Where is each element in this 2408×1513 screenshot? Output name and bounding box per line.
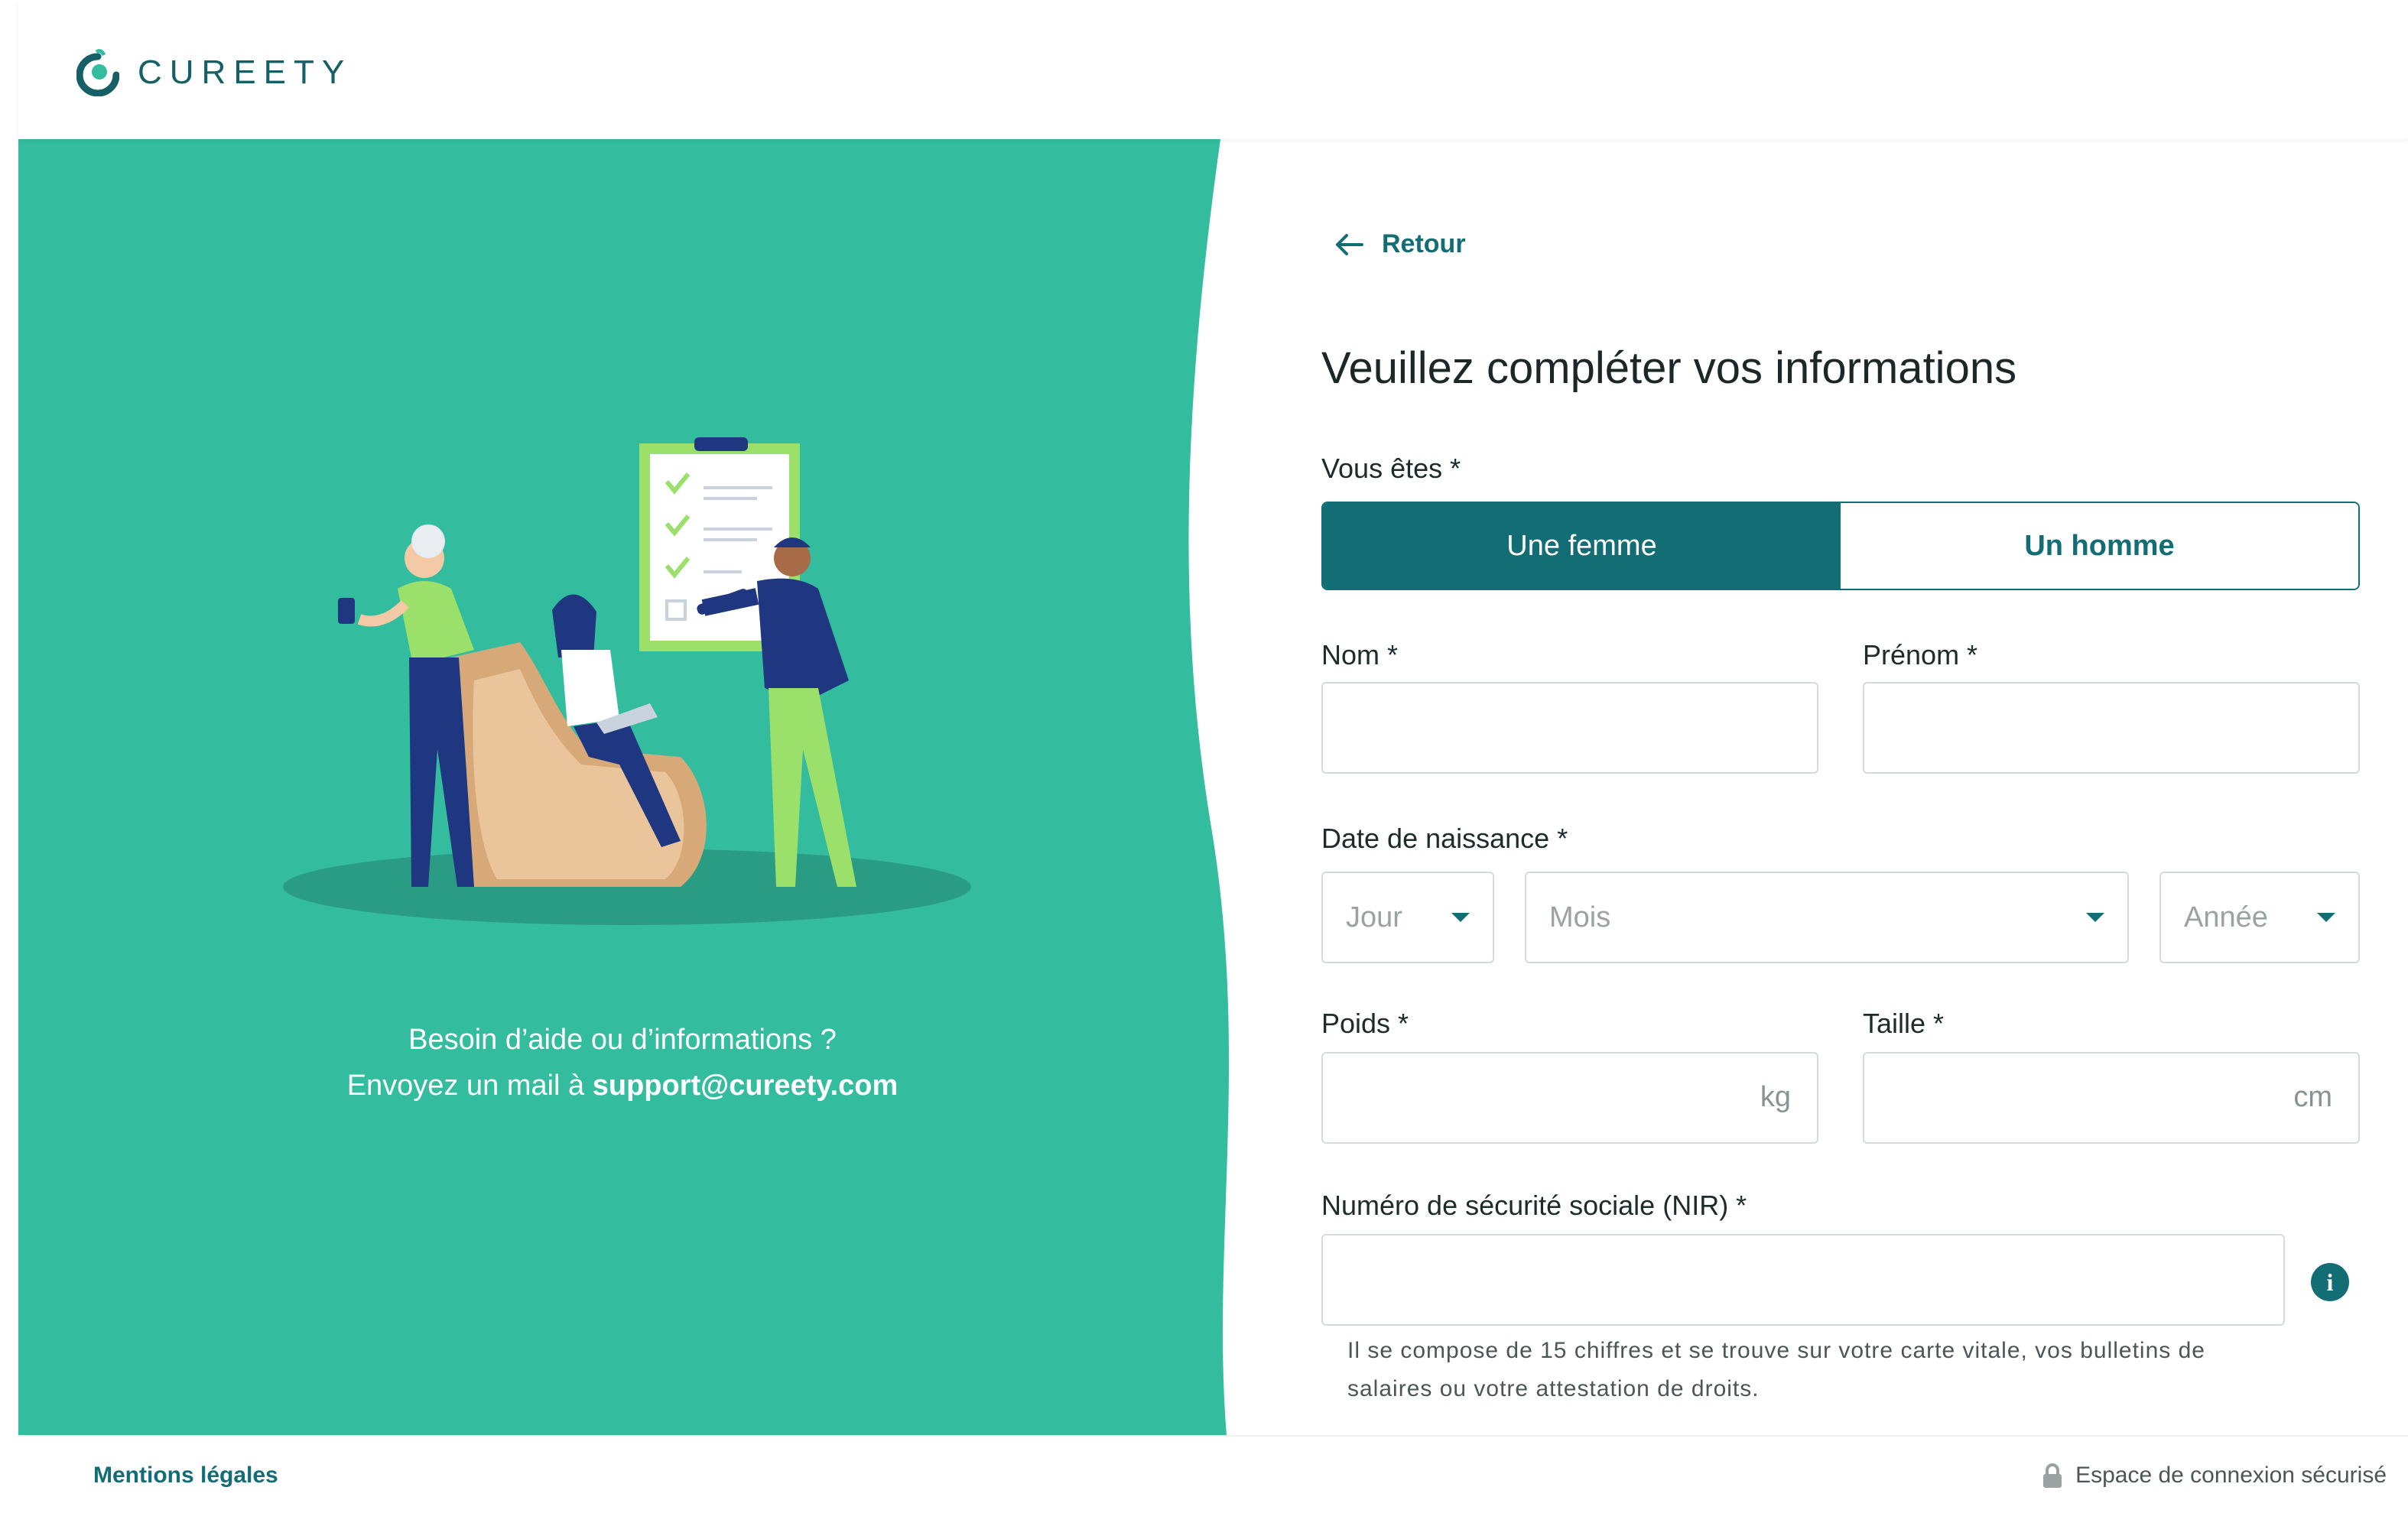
footer: Mentions légales Espace de connexion séc…	[18, 1435, 2408, 1513]
prenom-label: Prénom *	[1863, 639, 1978, 670]
chevron-down-icon	[2086, 913, 2104, 922]
chevron-down-icon	[2317, 913, 2335, 922]
secure-connection-notice: Espace de connexion sécurisé	[2042, 1463, 2387, 1489]
nom-label: Nom *	[1321, 639, 1399, 670]
people-illustration	[283, 437, 971, 925]
help-text: Besoin d’aide ou d’informations ? Envoye…	[18, 1017, 1227, 1109]
gender-option-homme[interactable]: Un homme	[1841, 503, 2358, 589]
taille-label: Taille *	[1863, 1008, 1945, 1039]
poids-label: Poids *	[1321, 1008, 1409, 1039]
help-line-2: Envoyez un mail à support@cureety.com	[18, 1063, 1227, 1109]
nir-label: Numéro de sécurité sociale (NIR) *	[1321, 1190, 1747, 1221]
poids-unit: kg	[1760, 1081, 1791, 1113]
help-line-2-prefix: Envoyez un mail à	[346, 1070, 593, 1102]
gender-toggle: Une femme Un homme	[1321, 502, 2360, 590]
prenom-input[interactable]	[1864, 683, 2358, 772]
taille-unit: cm	[2293, 1081, 2332, 1113]
jour-select[interactable]: Jour	[1321, 872, 1494, 963]
mois-select[interactable]: Mois	[1525, 872, 2129, 963]
birthdate-label: Date de naissance *	[1321, 823, 1568, 854]
cureety-logo-icon	[76, 49, 119, 96]
poids-field[interactable]: kg	[1321, 1052, 1818, 1144]
top-header: CUREETY	[18, 0, 2408, 139]
support-email-link[interactable]: support@cureety.com	[593, 1070, 899, 1102]
legal-mentions-link[interactable]: Mentions légales	[93, 1463, 278, 1489]
info-icon[interactable]: i	[2311, 1263, 2349, 1301]
chevron-down-icon	[1451, 913, 1470, 922]
brand-logo[interactable]: CUREETY	[76, 46, 352, 99]
back-label: Retour	[1382, 229, 1466, 258]
jour-placeholder: Jour	[1346, 901, 1402, 933]
nir-input[interactable]	[1323, 1235, 2283, 1324]
annee-select[interactable]: Année	[2159, 872, 2360, 963]
nom-field[interactable]	[1321, 682, 1818, 774]
lock-icon	[2043, 1463, 2062, 1488]
prenom-field[interactable]	[1863, 682, 2360, 774]
poids-input[interactable]	[1323, 1054, 1817, 1142]
back-button[interactable]: Retour	[1334, 229, 1466, 259]
annee-placeholder: Année	[2184, 901, 2268, 933]
gender-label: Vous êtes *	[1321, 453, 1461, 484]
gender-option-femme[interactable]: Une femme	[1323, 503, 1841, 589]
taille-input[interactable]	[1864, 1054, 2358, 1142]
brand-name: CUREETY	[138, 54, 353, 91]
nir-field[interactable]	[1321, 1234, 2285, 1326]
mois-placeholder: Mois	[1549, 901, 1611, 933]
taille-field[interactable]: cm	[1863, 1052, 2360, 1144]
page-title: Veuillez compléter vos informations	[1321, 343, 2017, 393]
nir-hint: Il se compose de 15 chiffres et se trouv…	[1347, 1338, 2205, 1401]
arrow-left-icon	[1336, 233, 1363, 255]
secure-label: Espace de connexion sécurisé	[2075, 1463, 2387, 1488]
nom-input[interactable]	[1323, 683, 1817, 772]
help-line-1: Besoin d’aide ou d’informations ?	[408, 1024, 837, 1056]
